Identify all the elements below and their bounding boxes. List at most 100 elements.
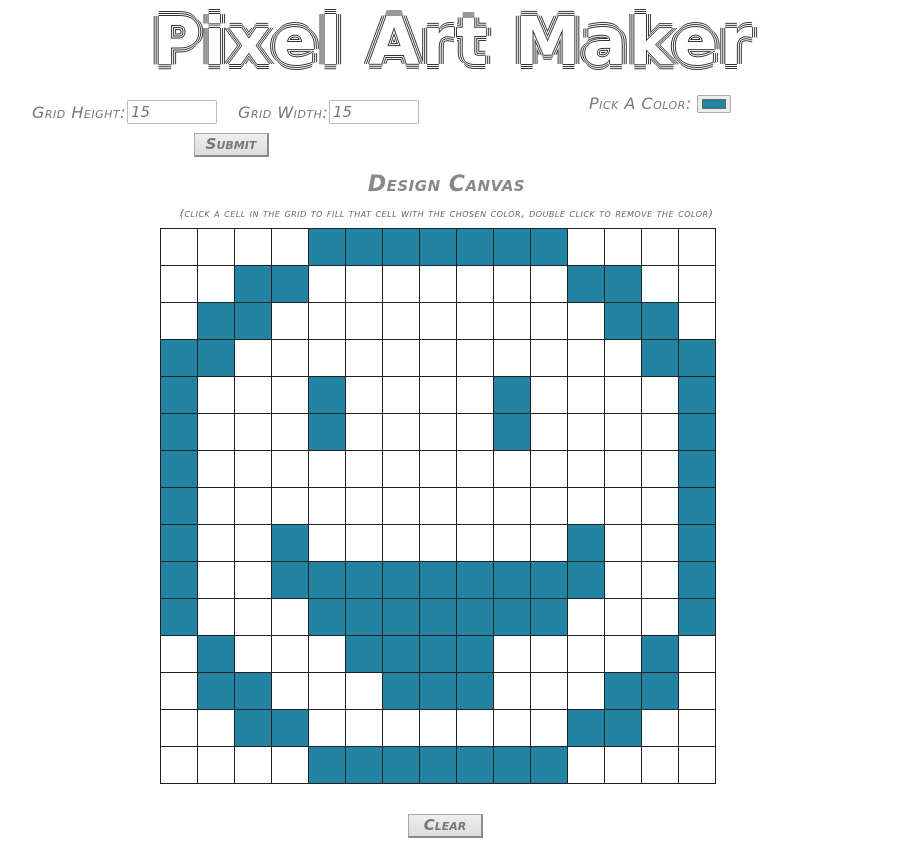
grid-cell[interactable] xyxy=(345,709,383,747)
grid-cell[interactable] xyxy=(197,450,235,488)
grid-cell[interactable] xyxy=(493,635,531,673)
grid-cell[interactable] xyxy=(271,265,309,303)
grid-cell[interactable] xyxy=(197,339,235,377)
grid-cell[interactable] xyxy=(456,413,494,451)
grid-cell[interactable] xyxy=(604,746,642,784)
grid-cell[interactable] xyxy=(345,339,383,377)
grid-cell[interactable] xyxy=(197,487,235,525)
grid-cell[interactable] xyxy=(419,672,457,710)
grid-cell[interactable] xyxy=(530,561,568,599)
grid-cell[interactable] xyxy=(678,413,716,451)
grid-cell[interactable] xyxy=(641,413,679,451)
grid-cell[interactable] xyxy=(604,265,642,303)
grid-cell[interactable] xyxy=(641,302,679,340)
color-picker[interactable] xyxy=(697,95,731,113)
grid-cell[interactable] xyxy=(530,450,568,488)
grid-cell[interactable] xyxy=(456,524,494,562)
grid-cell[interactable] xyxy=(456,450,494,488)
grid-cell[interactable] xyxy=(345,413,383,451)
grid-cell[interactable] xyxy=(234,376,272,414)
grid-cell[interactable] xyxy=(419,302,457,340)
grid-cell[interactable] xyxy=(493,709,531,747)
grid-cell[interactable] xyxy=(604,635,642,673)
grid-cell[interactable] xyxy=(197,376,235,414)
submit-button[interactable]: Submit xyxy=(194,133,269,157)
grid-cell[interactable] xyxy=(382,524,420,562)
grid-cell[interactable] xyxy=(271,302,309,340)
grid-cell[interactable] xyxy=(197,709,235,747)
grid-cell[interactable] xyxy=(197,635,235,673)
grid-cell[interactable] xyxy=(530,487,568,525)
grid-cell[interactable] xyxy=(419,487,457,525)
grid-cell[interactable] xyxy=(567,339,605,377)
grid-cell[interactable] xyxy=(234,709,272,747)
grid-cell[interactable] xyxy=(234,487,272,525)
grid-cell[interactable] xyxy=(160,709,198,747)
grid-cell[interactable] xyxy=(345,635,383,673)
grid-cell[interactable] xyxy=(160,524,198,562)
grid-cell[interactable] xyxy=(604,339,642,377)
grid-cell[interactable] xyxy=(604,709,642,747)
grid-cell[interactable] xyxy=(678,672,716,710)
grid-cell[interactable] xyxy=(493,672,531,710)
grid-cell[interactable] xyxy=(456,709,494,747)
grid-cell[interactable] xyxy=(678,302,716,340)
grid-cell[interactable] xyxy=(234,265,272,303)
grid-cell[interactable] xyxy=(197,302,235,340)
grid-cell[interactable] xyxy=(382,598,420,636)
grid-cell[interactable] xyxy=(345,524,383,562)
grid-cell[interactable] xyxy=(308,302,346,340)
grid-cell[interactable] xyxy=(197,413,235,451)
grid-cell[interactable] xyxy=(419,228,457,266)
grid-cell[interactable] xyxy=(641,598,679,636)
grid-cell[interactable] xyxy=(234,302,272,340)
grid-cell[interactable] xyxy=(382,672,420,710)
grid-cell[interactable] xyxy=(345,672,383,710)
grid-cell[interactable] xyxy=(678,635,716,673)
grid-cell[interactable] xyxy=(641,561,679,599)
grid-cell[interactable] xyxy=(160,561,198,599)
grid-cell[interactable] xyxy=(197,265,235,303)
grid-cell[interactable] xyxy=(530,413,568,451)
grid-cell[interactable] xyxy=(308,450,346,488)
grid-cell[interactable] xyxy=(345,228,383,266)
grid-cell[interactable] xyxy=(641,524,679,562)
grid-cell[interactable] xyxy=(308,376,346,414)
grid-cell[interactable] xyxy=(641,709,679,747)
grid-cell[interactable] xyxy=(234,450,272,488)
grid-cell[interactable] xyxy=(567,376,605,414)
grid-cell[interactable] xyxy=(345,450,383,488)
grid-cell[interactable] xyxy=(678,524,716,562)
grid-cell[interactable] xyxy=(382,228,420,266)
grid-cell[interactable] xyxy=(604,672,642,710)
grid-cell[interactable] xyxy=(382,413,420,451)
grid-cell[interactable] xyxy=(567,228,605,266)
grid-cell[interactable] xyxy=(160,487,198,525)
grid-cell[interactable] xyxy=(493,598,531,636)
grid-cell[interactable] xyxy=(456,376,494,414)
grid-cell[interactable] xyxy=(456,339,494,377)
grid-cell[interactable] xyxy=(530,635,568,673)
grid-cell[interactable] xyxy=(271,376,309,414)
grid-cell[interactable] xyxy=(604,487,642,525)
grid-cell[interactable] xyxy=(567,598,605,636)
grid-cell[interactable] xyxy=(308,524,346,562)
grid-cell[interactable] xyxy=(271,228,309,266)
grid-cell[interactable] xyxy=(530,672,568,710)
grid-cell[interactable] xyxy=(493,302,531,340)
grid-cell[interactable] xyxy=(382,265,420,303)
grid-cell[interactable] xyxy=(382,339,420,377)
grid-width-input[interactable] xyxy=(329,100,419,124)
grid-cell[interactable] xyxy=(308,228,346,266)
grid-cell[interactable] xyxy=(271,709,309,747)
grid-cell[interactable] xyxy=(456,746,494,784)
grid-cell[interactable] xyxy=(604,561,642,599)
grid-cell[interactable] xyxy=(678,561,716,599)
grid-cell[interactable] xyxy=(641,228,679,266)
grid-cell[interactable] xyxy=(530,228,568,266)
grid-cell[interactable] xyxy=(641,339,679,377)
grid-cell[interactable] xyxy=(567,709,605,747)
grid-cell[interactable] xyxy=(382,450,420,488)
grid-cell[interactable] xyxy=(271,413,309,451)
grid-cell[interactable] xyxy=(419,376,457,414)
